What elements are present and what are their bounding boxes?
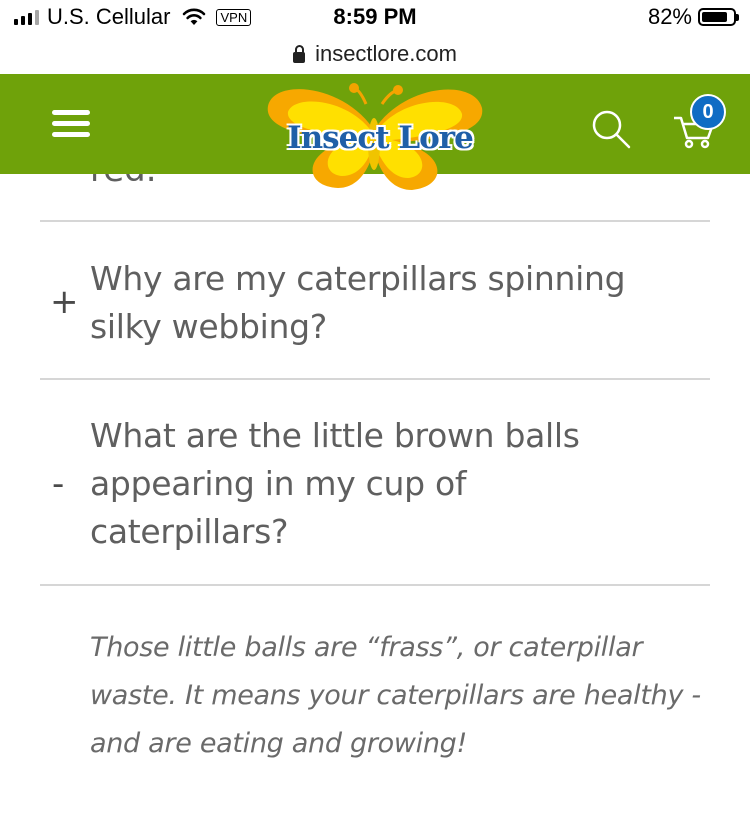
address-bar[interactable]: insectlore.com xyxy=(0,34,750,74)
expand-toggle[interactable]: + xyxy=(50,282,79,322)
faq-content: red. + Why are my caterpillars spinning … xyxy=(0,174,750,818)
faq-answer: Those little balls are “frass”, or cater… xyxy=(90,632,701,759)
previous-answer-fragment: red. xyxy=(90,174,157,190)
divider xyxy=(40,220,710,222)
faq-question[interactable]: Why are my caterpillars spinning silky w… xyxy=(90,255,670,351)
battery-icon xyxy=(698,8,739,26)
status-bar: U.S. Cellular VPN 8:59 PM 82% xyxy=(0,0,750,34)
lock-icon xyxy=(293,44,306,63)
search-icon[interactable] xyxy=(590,108,632,150)
faq-question[interactable]: What are the little brown balls appearin… xyxy=(90,412,670,556)
battery-group: 82% xyxy=(647,4,739,30)
divider xyxy=(40,378,710,380)
site-header: Insect Lore 0 xyxy=(0,74,750,190)
divider xyxy=(40,584,710,586)
battery-percent: 82% xyxy=(647,4,692,29)
cart-count-badge[interactable]: 0 xyxy=(690,94,726,130)
logo-text: Insect Lore xyxy=(287,120,474,156)
collapse-toggle[interactable]: - xyxy=(52,464,64,504)
menu-icon[interactable] xyxy=(52,110,90,138)
clock: 8:59 PM xyxy=(333,4,417,29)
url-text: insectlore.com xyxy=(315,41,457,66)
